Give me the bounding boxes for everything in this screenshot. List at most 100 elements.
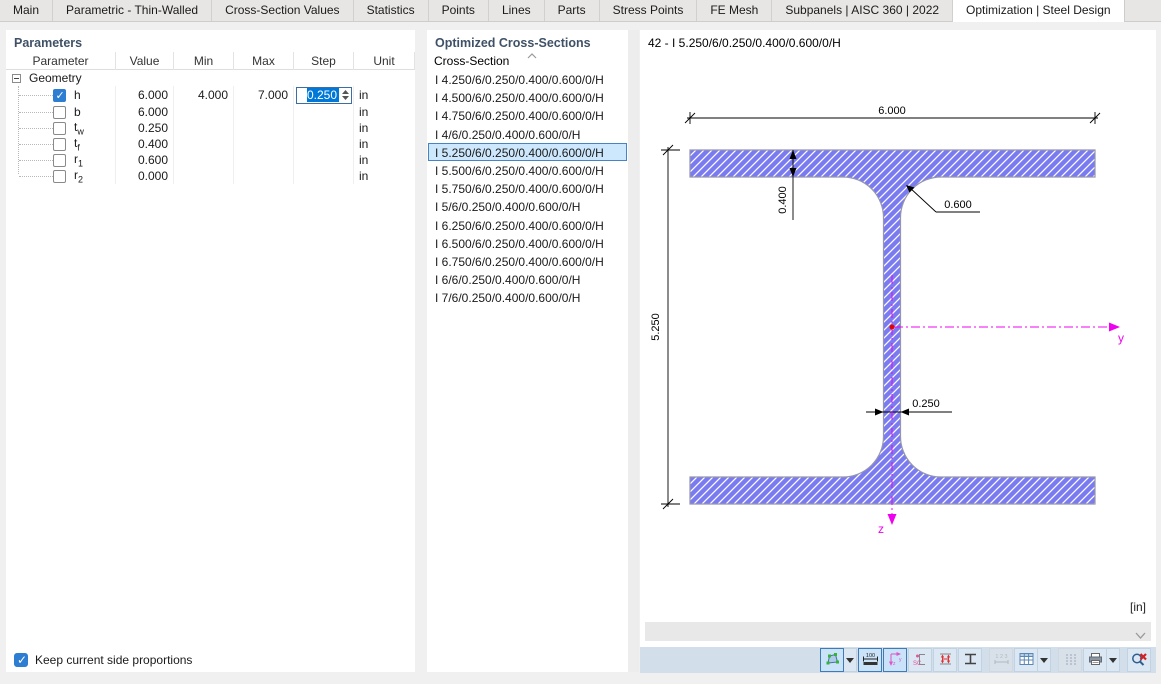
- cross-section-viewer-panel: 42 - I 5.250/6/0.250/0.400/0.600/0/H 6.0…: [640, 30, 1156, 673]
- column-header-value: Value: [116, 52, 174, 70]
- param-name-cell: r1: [6, 152, 116, 168]
- param-step-cell: 0.250: [294, 86, 354, 104]
- section-outline-button[interactable]: [958, 648, 982, 672]
- table-grid-button-dropdown[interactable]: [1038, 648, 1051, 672]
- param-value-cell: 0.250: [116, 120, 174, 136]
- tab-parametric-thin-walled[interactable]: Parametric - Thin-Walled: [53, 0, 212, 21]
- tab-stress-points[interactable]: Stress Points: [600, 0, 698, 21]
- tab-cross-section-values[interactable]: Cross-Section Values: [212, 0, 354, 21]
- list-scrollbar[interactable]: [628, 30, 639, 672]
- param-step-cell: [294, 152, 354, 168]
- tab-subpanels-aisc-360-2022[interactable]: Subpanels | AISC 360 | 2022: [772, 0, 953, 21]
- param-label: h: [74, 88, 81, 102]
- width-dimension-label: 6.000: [878, 105, 906, 117]
- geometry-group-row[interactable]: Geometry: [6, 70, 415, 86]
- table-grid-button[interactable]: [1014, 648, 1038, 672]
- param-checkbox-b[interactable]: [53, 106, 66, 119]
- param-max-cell: [234, 152, 294, 168]
- cross-section-item[interactable]: I 4.500/6/0.250/0.400/0.600/0/H: [428, 88, 627, 106]
- step-input[interactable]: 0.250: [296, 87, 352, 104]
- stress-point-icon: SC: [912, 651, 929, 670]
- chevron-down-icon: [1135, 628, 1146, 642]
- zoom-reset-button[interactable]: [1127, 648, 1151, 672]
- cross-section-item[interactable]: I 5.500/6/0.250/0.400/0.600/0/H: [428, 161, 627, 179]
- view-mode-button-dropdown[interactable]: [844, 648, 857, 672]
- cross-section-column-header[interactable]: Cross-Section: [434, 54, 509, 68]
- axes-button[interactable]: yz: [883, 648, 907, 672]
- param-min-cell: [174, 136, 234, 152]
- param-value: 0.250: [138, 121, 168, 135]
- param-row-h: h6.0004.0007.0000.250in: [6, 86, 415, 104]
- tree-stub: [19, 160, 53, 161]
- keep-proportions-checkbox[interactable]: [14, 653, 28, 667]
- cross-section-item[interactable]: I 5.750/6/0.250/0.400/0.600/0/H: [428, 179, 627, 197]
- cross-section-item[interactable]: I 7/6/0.250/0.400/0.600/0/H: [428, 288, 627, 306]
- numbering-button[interactable]: 1 2 3: [989, 648, 1013, 672]
- param-checkbox-tf[interactable]: [53, 138, 66, 151]
- cross-section-item[interactable]: I 5/6/0.250/0.400/0.600/0/H: [428, 197, 627, 215]
- zoom-cancel-icon: [1130, 651, 1148, 670]
- tree-stub: [19, 144, 53, 145]
- param-min-cell: [174, 104, 234, 120]
- param-unit: in: [359, 105, 368, 119]
- param-unit: in: [359, 153, 368, 167]
- step-value-selected: 0.250: [307, 88, 339, 102]
- viewer-toolbar: 100yz SC 1 2 3: [640, 647, 1156, 673]
- sort-ascending-icon[interactable]: [527, 48, 537, 62]
- tab-parts[interactable]: Parts: [545, 0, 600, 21]
- cross-section-list: I 4.250/6/0.250/0.400/0.600/0/HI 4.500/6…: [428, 70, 627, 306]
- tab-points[interactable]: Points: [429, 0, 489, 21]
- caret-down-icon: [846, 658, 854, 663]
- param-unit-cell: in: [354, 86, 415, 104]
- parameters-table-body: Geometry h6.0004.0007.0000.250inb6.000in…: [6, 70, 415, 184]
- cross-section-item[interactable]: I 6.500/6/0.250/0.400/0.600/0/H: [428, 234, 627, 252]
- y-axis: [894, 323, 1120, 332]
- column-header-max: Max: [234, 52, 294, 70]
- cross-section-item[interactable]: I 6/6/0.250/0.400/0.600/0/H: [428, 270, 627, 288]
- tab-optimization-steel-design[interactable]: Optimization | Steel Design: [953, 0, 1125, 22]
- section-dimensions-button[interactable]: [933, 648, 957, 672]
- param-checkbox-r2[interactable]: [53, 170, 66, 183]
- details-button[interactable]: [1058, 648, 1082, 672]
- param-checkbox-tw[interactable]: [53, 122, 66, 135]
- column-header-parameter: Parameter: [6, 52, 116, 70]
- collapse-icon[interactable]: [12, 74, 21, 83]
- column-header-min: Min: [174, 52, 234, 70]
- numbering-icon: 1 2 3: [993, 651, 1010, 670]
- stress-points-button[interactable]: SC: [908, 648, 932, 672]
- comment-combobox[interactable]: [645, 622, 1151, 641]
- section-outline-icon: [962, 651, 979, 670]
- cross-section-item[interactable]: I 4.250/6/0.250/0.400/0.600/0/H: [428, 70, 627, 88]
- param-unit: in: [359, 137, 368, 151]
- cross-section-item[interactable]: I 5.250/6/0.250/0.400/0.600/0/H: [428, 143, 627, 161]
- param-step-cell: [294, 120, 354, 136]
- cross-section-item[interactable]: I 6.250/6/0.250/0.400/0.600/0/H: [428, 216, 627, 234]
- param-value: 0.600: [138, 153, 168, 167]
- tab-fe-mesh[interactable]: FE Mesh: [697, 0, 772, 21]
- param-value: 0.000: [138, 169, 168, 183]
- spinner-down-icon[interactable]: [342, 96, 349, 100]
- cross-section-item[interactable]: I 4/6/0.250/0.400/0.600/0/H: [428, 125, 627, 143]
- step-spinner[interactable]: [339, 88, 351, 103]
- spinner-up-icon[interactable]: [342, 90, 349, 94]
- tab-lines[interactable]: Lines: [489, 0, 545, 21]
- cross-section-item[interactable]: I 6.750/6/0.250/0.400/0.600/0/H: [428, 252, 627, 270]
- param-min-cell: 4.000: [174, 86, 234, 104]
- print-button[interactable]: [1083, 648, 1107, 672]
- flange-thickness-label: 0.400: [777, 186, 789, 214]
- dotted-grid-icon: [1062, 651, 1079, 670]
- print-button-dropdown[interactable]: [1107, 648, 1120, 672]
- keep-proportions-row: Keep current side proportions: [14, 653, 192, 667]
- geometry-group-label: Geometry: [29, 71, 82, 85]
- param-checkbox-r1[interactable]: [53, 154, 66, 167]
- param-name-cell: tw: [6, 120, 116, 136]
- dimensioning-button[interactable]: 100: [858, 648, 882, 672]
- tab-main[interactable]: Main: [0, 0, 53, 21]
- centroid-point[interactable]: [890, 325, 895, 330]
- param-name-cell: tf: [6, 136, 116, 152]
- param-value-cell: 6.000: [116, 86, 174, 104]
- param-checkbox-h[interactable]: [53, 89, 66, 102]
- view-mode-button[interactable]: [820, 648, 844, 672]
- cross-section-item[interactable]: I 4.750/6/0.250/0.400/0.600/0/H: [428, 106, 627, 124]
- tab-statistics[interactable]: Statistics: [354, 0, 429, 21]
